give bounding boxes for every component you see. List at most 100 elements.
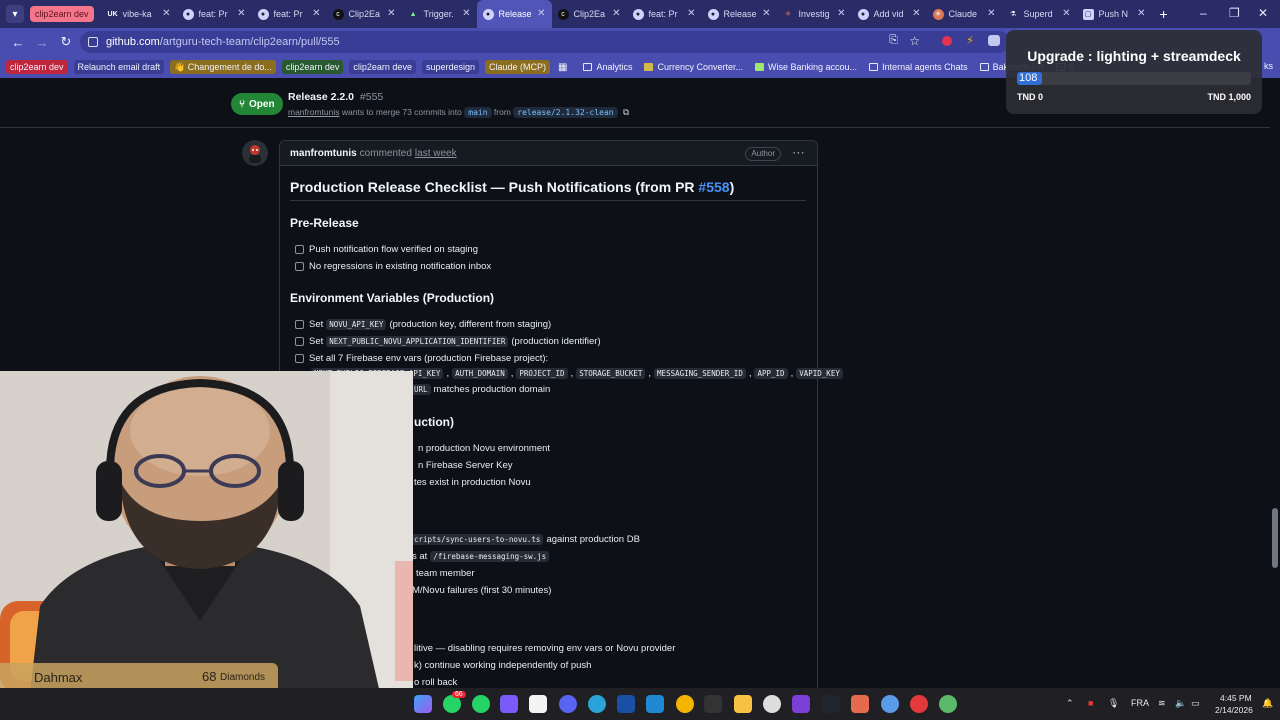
site-info-icon[interactable] [88, 37, 98, 47]
copy-icon[interactable]: ⧉ [623, 107, 629, 117]
head-branch[interactable]: release/2.1.32-clean [513, 107, 618, 118]
pr-author-link[interactable]: manfromtunis [288, 107, 340, 117]
tab[interactable]: ▲ Trigger. ✕ [402, 0, 477, 28]
telegram-icon[interactable] [588, 695, 606, 713]
close-icon[interactable]: ✕ [837, 8, 845, 19]
tab-search-icon[interactable]: ▾ [6, 5, 24, 23]
clock-date[interactable]: 2/14/2026 [1215, 705, 1253, 715]
tab[interactable]: ▢ Push N ✕ [1077, 0, 1152, 28]
close-icon[interactable]: ✕ [237, 8, 245, 19]
chrome-icon[interactable] [676, 695, 694, 713]
notion-icon[interactable] [529, 695, 547, 713]
bookmark-folder-chip[interactable]: superdesign [421, 60, 479, 74]
minimize-icon[interactable]: – [1200, 6, 1207, 20]
scrollbar[interactable] [1270, 78, 1280, 688]
app-icon[interactable] [500, 695, 518, 713]
tray-app-icon[interactable]: ■ [1088, 698, 1093, 708]
install-app-icon[interactable]: ⎘ [889, 34, 898, 47]
language-indicator[interactable]: FRA [1131, 698, 1149, 708]
close-icon[interactable]: ✕ [612, 8, 620, 19]
extension-icon[interactable] [988, 35, 1000, 46]
app-icon[interactable] [792, 695, 810, 713]
reload-icon[interactable]: ↻ [54, 34, 78, 50]
bookmark-folder-chip[interactable]: Relaunch email draft [73, 60, 165, 74]
file-explorer-icon[interactable] [734, 695, 752, 713]
chrome-active-icon[interactable] [881, 695, 899, 713]
app-icon[interactable] [910, 695, 928, 713]
close-icon[interactable]: ✕ [987, 8, 995, 19]
microphone-icon[interactable]: 🎙 [1108, 698, 1119, 709]
close-icon[interactable]: ✕ [687, 8, 695, 19]
close-icon[interactable]: ✕ [762, 8, 770, 19]
pr-link[interactable]: #558 [698, 179, 729, 195]
checkbox[interactable] [295, 354, 304, 363]
close-icon[interactable]: ✕ [312, 8, 320, 19]
tab[interactable]: ⚗ Superd ✕ [1002, 0, 1077, 28]
avatar[interactable] [242, 140, 268, 166]
claude-icon[interactable] [851, 695, 869, 713]
clock-time[interactable]: 4:45 PM [1220, 693, 1252, 703]
vscode-icon[interactable] [646, 695, 664, 713]
restore-icon[interactable]: ❐ [1229, 6, 1240, 20]
tab[interactable]: ● Release ✕ [702, 0, 777, 28]
close-icon[interactable]: ✕ [462, 8, 470, 19]
notifications-icon[interactable]: 🔔 [1262, 698, 1273, 709]
close-window-icon[interactable]: ✕ [1258, 6, 1268, 20]
checkbox[interactable] [295, 337, 304, 346]
tab[interactable]: ● feat: Pr ✕ [252, 0, 327, 28]
chrome-profile-icon[interactable] [939, 695, 957, 713]
bookmark-folder-chip[interactable]: clip2earn dev [6, 60, 68, 74]
bookmark-folder-chip[interactable]: clip2earn deve [349, 60, 416, 74]
address-bar[interactable]: github.com/artguru-tech-team/clip2earn/p… [80, 31, 1010, 53]
terminal-icon[interactable] [704, 695, 722, 713]
tab-group-chip[interactable]: clip2earn dev [30, 6, 94, 22]
bookmark[interactable]: Wise Banking accou... [755, 62, 857, 72]
bookmark-folder-chip[interactable]: 👋 Changement de do... [170, 60, 276, 74]
checkbox[interactable] [295, 320, 304, 329]
base-branch[interactable]: main [464, 107, 492, 118]
tab[interactable]: c Clip2Ea ✕ [327, 0, 402, 28]
bookmark-star-icon[interactable]: ☆ [909, 34, 920, 48]
extension-icon[interactable] [942, 36, 952, 46]
tab-active[interactable]: ● Release ✕ [476, 0, 552, 28]
tray-overflow-icon[interactable]: ⌃ [1066, 698, 1074, 709]
checkbox[interactable] [295, 262, 304, 271]
forward-icon[interactable]: → [30, 35, 54, 50]
close-icon[interactable]: ✕ [912, 8, 920, 19]
checkbox[interactable] [295, 245, 304, 254]
bookmark[interactable]: Internal agents Chats [869, 62, 968, 72]
extension-icon[interactable]: ⚡ [966, 34, 974, 47]
tab[interactable]: ✳ Investig ✕ [777, 0, 852, 28]
copilot-icon[interactable] [414, 695, 432, 713]
comment-time[interactable]: last week [415, 148, 457, 159]
close-icon[interactable]: ✕ [387, 8, 395, 19]
battery-icon[interactable]: ▭ [1191, 698, 1200, 709]
comment-author[interactable]: manfromtunis [290, 148, 357, 159]
more-options-icon[interactable]: ⋯ [792, 145, 805, 161]
tab[interactable]: ✳ Claude ✕ [927, 0, 1002, 28]
bookmark-folder-chip[interactable]: Claude (MCP) [485, 60, 551, 74]
tab[interactable]: ● feat: Pr ✕ [177, 0, 252, 28]
close-icon[interactable]: ✕ [1062, 8, 1070, 19]
tab[interactable]: c Clip2Ea ✕ [552, 0, 627, 28]
bookmark-folder-chip[interactable]: clip2earn dev [281, 60, 344, 74]
bookmarks-overflow[interactable]: ks [1264, 61, 1273, 71]
discord-icon[interactable] [559, 695, 577, 713]
volume-icon[interactable]: 🔈 [1175, 698, 1186, 709]
app-icon[interactable] [822, 695, 840, 713]
close-icon[interactable]: ✕ [537, 8, 545, 19]
tab[interactable]: UK vibe-ka ✕ [102, 0, 177, 28]
wifi-icon[interactable]: ≋ [1158, 698, 1166, 709]
back-icon[interactable]: ← [6, 35, 30, 50]
bookmark[interactable]: Analytics [583, 62, 632, 72]
tab[interactable]: ● feat: Pr ✕ [627, 0, 702, 28]
apps-grid-icon[interactable]: ▦ [558, 62, 567, 73]
scrollbar-thumb[interactable] [1272, 508, 1278, 568]
bookmark[interactable]: Currency Converter... [644, 62, 743, 72]
close-icon[interactable]: ✕ [162, 8, 170, 19]
close-icon[interactable]: ✕ [1137, 8, 1145, 19]
whatsapp-business-icon[interactable] [472, 695, 490, 713]
obs-icon[interactable] [763, 695, 781, 713]
bitwarden-icon[interactable] [617, 695, 635, 713]
tab[interactable]: ● Add vid ✕ [852, 0, 927, 28]
